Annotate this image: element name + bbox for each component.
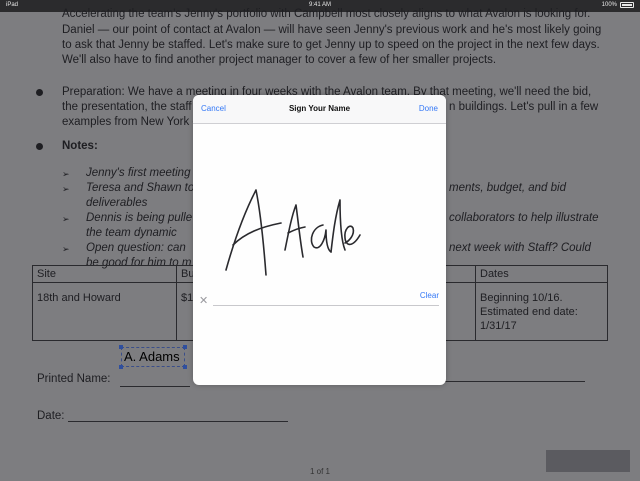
signature-baseline bbox=[213, 305, 439, 306]
notes-label: Notes: bbox=[62, 140, 98, 152]
bullet-icon bbox=[36, 143, 43, 150]
arrow-bullet-icon: ➢ bbox=[62, 244, 70, 254]
page-thumbnail-strip[interactable] bbox=[546, 450, 630, 472]
note-item-right: next week with Staff? Could bbox=[449, 242, 591, 254]
table-cell: Beginning 10/16. Estimated end date: 1/3… bbox=[475, 282, 608, 341]
para2-right: n buildings. Let's pull in a few bbox=[449, 101, 599, 113]
clear-button[interactable]: Clear bbox=[420, 291, 439, 300]
resize-handle[interactable] bbox=[119, 365, 123, 369]
note-item-right: collaborators to help illustrate bbox=[449, 212, 599, 224]
arrow-bullet-icon: ➢ bbox=[62, 214, 70, 224]
date-label: Date: bbox=[37, 410, 65, 422]
para1-line: We'll also have to find another project … bbox=[62, 54, 497, 66]
table-header: Site bbox=[32, 265, 177, 283]
bullet-icon bbox=[36, 89, 43, 96]
signature-canvas[interactable] bbox=[193, 95, 446, 385]
resize-handle[interactable] bbox=[183, 345, 187, 349]
arrow-bullet-icon: ➢ bbox=[62, 169, 70, 179]
printed-name-field[interactable]: A. Adams bbox=[121, 347, 185, 367]
note-item-right: ments, budget, and bid bbox=[449, 182, 566, 194]
battery-icon bbox=[620, 2, 634, 8]
table-cell: 18th and Howard bbox=[32, 282, 177, 341]
resize-handle[interactable] bbox=[183, 365, 187, 369]
printed-name-label: Printed Name: bbox=[37, 373, 111, 385]
page-indicator: 1 of 1 bbox=[309, 467, 330, 476]
date-line bbox=[68, 421, 288, 422]
signature-ink bbox=[225, 189, 361, 276]
signature-line bbox=[445, 381, 585, 382]
x-mark-icon: ✕ bbox=[199, 295, 209, 307]
arrow-bullet-icon: ➢ bbox=[62, 184, 70, 194]
printed-name-line bbox=[120, 386, 190, 387]
table-header: Dates bbox=[475, 265, 608, 283]
resize-handle[interactable] bbox=[119, 345, 123, 349]
para1-line: Daniel — our point of contact at Avalon … bbox=[62, 24, 602, 36]
para1-line: to ask that Jenny be staffed. Let's make… bbox=[62, 39, 600, 51]
sign-name-dialog: Cancel Sign Your Name Done ✕ Clear bbox=[193, 95, 446, 385]
para1-first-line: Accelerating the team's Jenny's portfoli… bbox=[62, 8, 591, 20]
